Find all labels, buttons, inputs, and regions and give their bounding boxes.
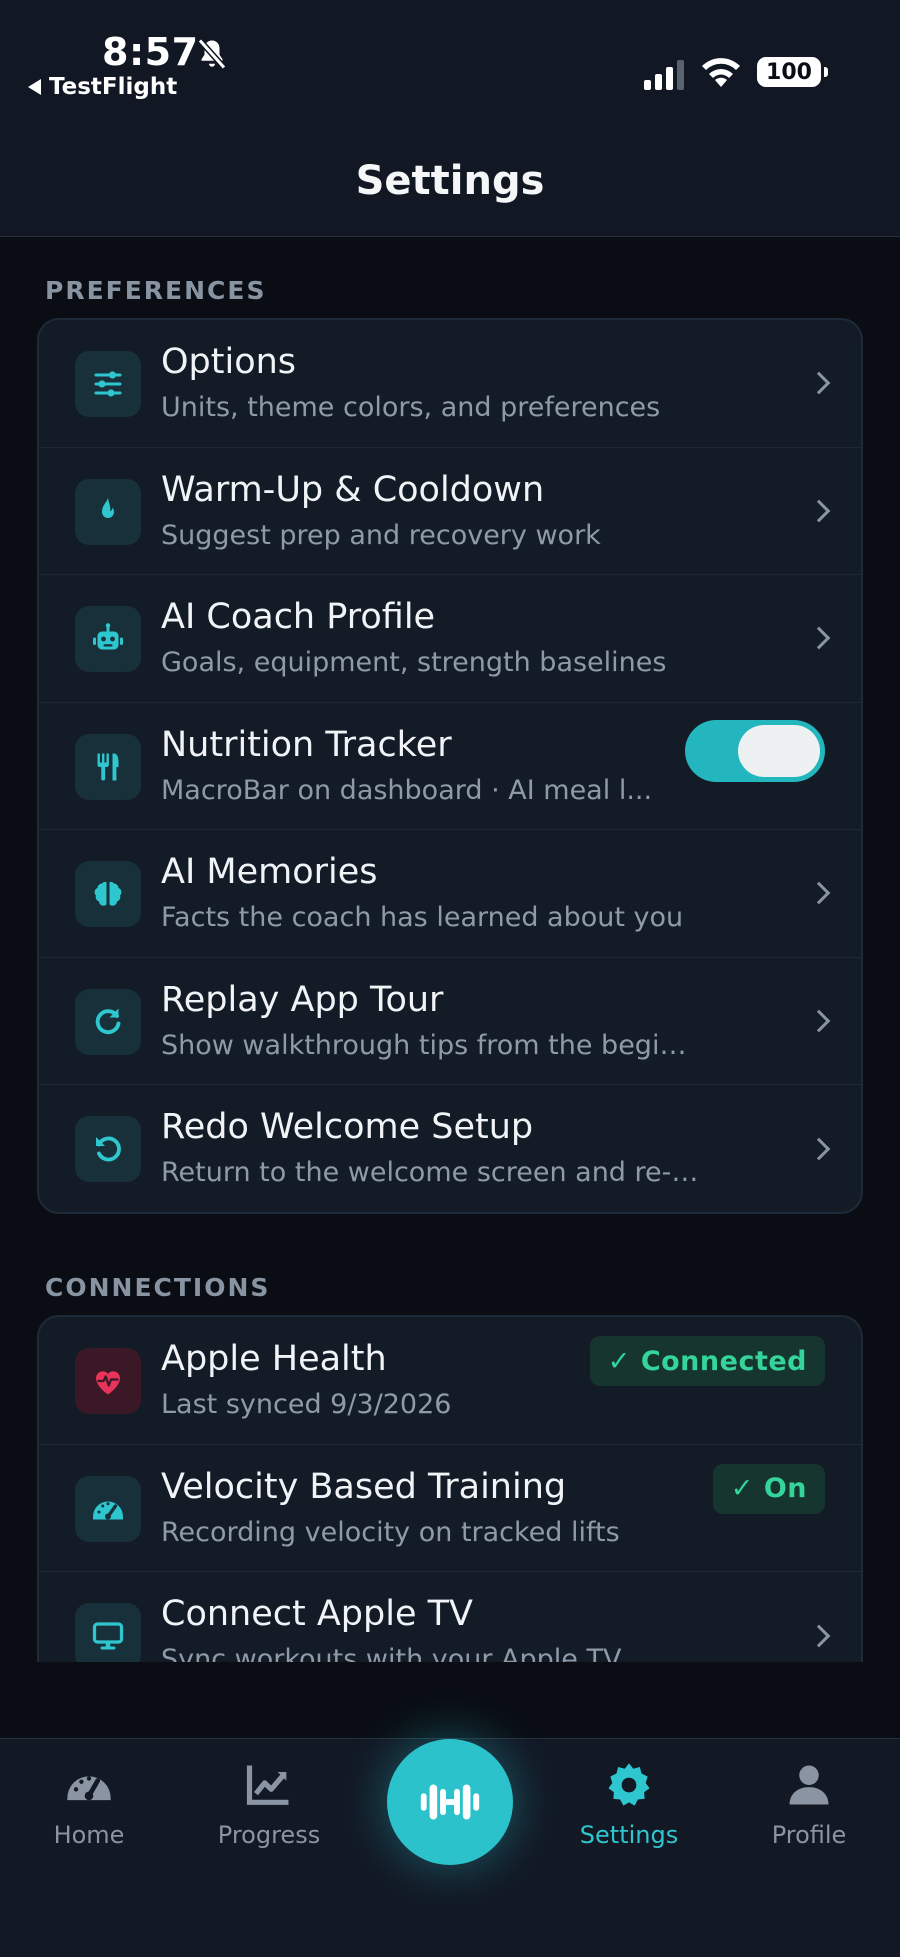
tab-label: Home	[53, 1821, 125, 1849]
heart-pulse-icon	[75, 1348, 141, 1414]
settings-row-warmup-cooldown[interactable]: Warm-Up & Cooldown Suggest prep and reco…	[39, 448, 861, 575]
row-subtitle: Units, theme colors, and preferences	[161, 392, 661, 423]
row-subtitle: Recording velocity on tracked lifts	[161, 1516, 620, 1548]
gauge-icon	[67, 1776, 111, 1801]
scroll-clip-area	[0, 1662, 900, 1739]
settings-row-apple-health[interactable]: Apple Health Last synced 9/3/2026 ✓ Conn…	[39, 1317, 861, 1445]
settings-row-velocity-based-training[interactable]: Velocity Based Training Recording veloci…	[39, 1445, 861, 1572]
tab-settings[interactable]: Settings	[559, 1759, 699, 1849]
row-subtitle: Facts the coach has learned about you	[161, 902, 684, 933]
row-title: Nutrition Tracker	[161, 724, 452, 765]
wifi-icon	[702, 58, 740, 87]
section-label-preferences: PREFERENCES	[45, 276, 267, 305]
chevron-right-icon	[807, 1137, 831, 1161]
row-subtitle: Return to the welcome screen and re-run …	[161, 1157, 701, 1188]
dumbbell-icon	[420, 1784, 480, 1820]
user-icon	[789, 1765, 829, 1805]
chevron-right-icon	[807, 499, 831, 523]
bell-slash-icon	[197, 38, 227, 70]
settings-row-ai-memories[interactable]: AI Memories Facts the coach has learned …	[39, 830, 861, 958]
gauge-icon	[75, 1475, 141, 1542]
row-subtitle: MacroBar on dashboard · AI meal l...	[161, 774, 653, 806]
row-title: Redo Welcome Setup	[161, 1107, 534, 1147]
chevron-right-icon	[807, 1624, 831, 1648]
row-subtitle: Last synced 9/3/2026	[161, 1389, 452, 1420]
row-title: Connect Apple TV	[161, 1594, 473, 1634]
back-link-label: TestFlight	[49, 74, 178, 100]
row-subtitle: Suggest prep and recovery work	[161, 519, 601, 551]
toggle-knob	[738, 724, 820, 777]
start-workout-button[interactable]	[387, 1739, 513, 1865]
settings-row-ai-coach-profile[interactable]: AI Coach Profile Goals, equipment, stren…	[39, 575, 861, 703]
tab-label: Progress	[217, 1821, 321, 1849]
gear-icon	[608, 1763, 650, 1806]
status-badge-connected: ✓ Connected	[589, 1336, 825, 1386]
row-title: Replay App Tour	[161, 979, 444, 1020]
status-badge-on: ✓ On	[712, 1463, 825, 1514]
tab-label: Profile	[771, 1821, 847, 1849]
chart-line-icon	[246, 1765, 289, 1805]
tab-label: Settings	[579, 1821, 679, 1849]
back-to-testflight-link[interactable]: TestFlight	[28, 74, 177, 100]
chevron-right-icon	[807, 371, 831, 395]
tab-home[interactable]: Home	[19, 1759, 159, 1849]
battery-indicator: 100	[757, 57, 828, 87]
settings-row-redo-welcome-setup[interactable]: Redo Welcome Setup Return to the welcome…	[39, 1085, 861, 1212]
nutrition-tracker-toggle[interactable]	[685, 719, 825, 782]
row-title: Options	[161, 342, 297, 382]
header: 8:57 TestFlight 100 Settings	[0, 0, 900, 237]
redo-icon	[75, 988, 141, 1055]
page-title: Settings	[355, 158, 545, 204]
row-subtitle: Show walkthrough tips from the beginning	[161, 1029, 701, 1061]
row-title: Apple Health	[161, 1339, 387, 1379]
flame-icon	[75, 478, 141, 545]
tab-progress[interactable]: Progress	[199, 1759, 339, 1849]
row-title: Warm-Up & Cooldown	[161, 469, 545, 510]
brain-icon	[75, 861, 141, 927]
settings-row-replay-app-tour[interactable]: Replay App Tour Show walkthrough tips fr…	[39, 958, 861, 1085]
tv-icon	[75, 1603, 141, 1669]
sliders-icon	[75, 351, 141, 417]
robot-icon	[75, 606, 141, 672]
row-subtitle: Goals, equipment, strength baselines	[161, 647, 667, 678]
undo-icon	[75, 1116, 141, 1182]
row-title: Velocity Based Training	[161, 1466, 567, 1507]
preferences-card: Options Units, theme colors, and prefere…	[37, 318, 863, 1214]
settings-row-nutrition-tracker: Nutrition Tracker MacroBar on dashboard …	[39, 703, 861, 830]
utensils-icon	[75, 733, 141, 800]
chevron-right-icon	[807, 881, 831, 905]
chevron-right-icon	[807, 1009, 831, 1033]
section-label-connections: CONNECTIONS	[45, 1273, 271, 1302]
row-title: AI Coach Profile	[161, 597, 436, 637]
tab-profile[interactable]: Profile	[739, 1759, 879, 1849]
chevron-right-icon	[807, 626, 831, 650]
row-title: AI Memories	[161, 852, 378, 892]
status-time: 8:57	[102, 30, 199, 74]
signal-icon	[644, 60, 684, 90]
settings-row-options[interactable]: Options Units, theme colors, and prefere…	[39, 320, 861, 448]
back-arrow-icon	[28, 79, 41, 95]
